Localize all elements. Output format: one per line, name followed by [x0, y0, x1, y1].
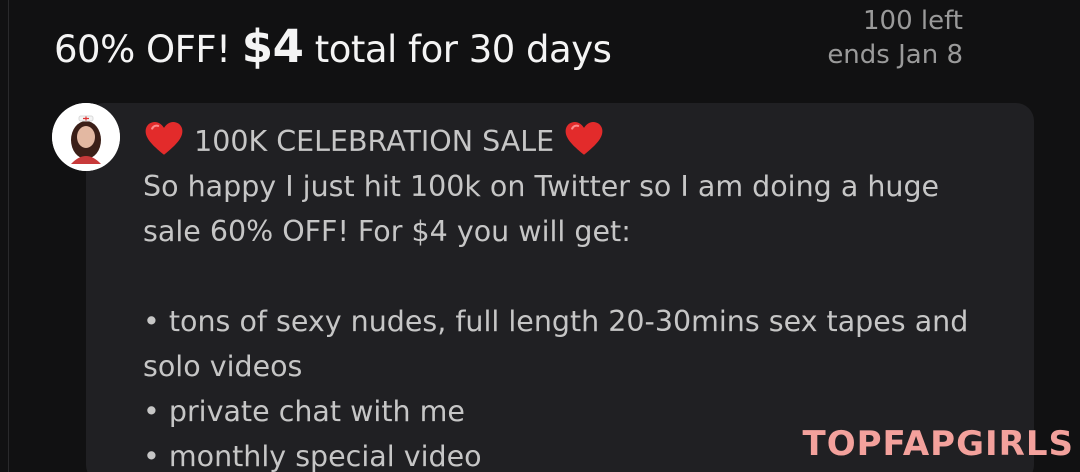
- promo-duration: total for 30 days: [314, 28, 612, 71]
- promotion-screen: 60% OFF! $4 total for 30 days 100 left e…: [0, 0, 1080, 472]
- message-line: sale 60% OFF! For $4 you will get:: [143, 215, 631, 248]
- message-headline-row: 100K CELEBRATION SALE: [143, 118, 1023, 164]
- avatar[interactable]: [52, 103, 120, 171]
- promo-discount: 60% OFF!: [54, 28, 231, 71]
- divider: [8, 0, 9, 472]
- promo-price: $4: [241, 20, 304, 73]
- avatar-image: [52, 103, 120, 171]
- heart-icon: [565, 121, 603, 155]
- list-item: • tons of sexy nudes, full length 20-30m…: [143, 305, 969, 338]
- heart-icon: [145, 121, 183, 155]
- promo-remaining: 100 left: [862, 6, 963, 36]
- promo-meta: 100 left ends Jan 8: [827, 4, 963, 72]
- message-headline: 100K CELEBRATION SALE: [194, 125, 555, 158]
- watermark-logo: TOPFAPGIRLS: [802, 424, 1074, 464]
- promo-end-date: ends Jan 8: [827, 40, 963, 70]
- message-body: 100K CELEBRATION SALE So happy I just hi…: [143, 118, 1023, 472]
- list-item: solo videos: [143, 350, 303, 383]
- promo-title: 60% OFF! $4 total for 30 days: [54, 20, 612, 73]
- message-line: So happy I just hit 100k on Twitter so I…: [143, 170, 940, 203]
